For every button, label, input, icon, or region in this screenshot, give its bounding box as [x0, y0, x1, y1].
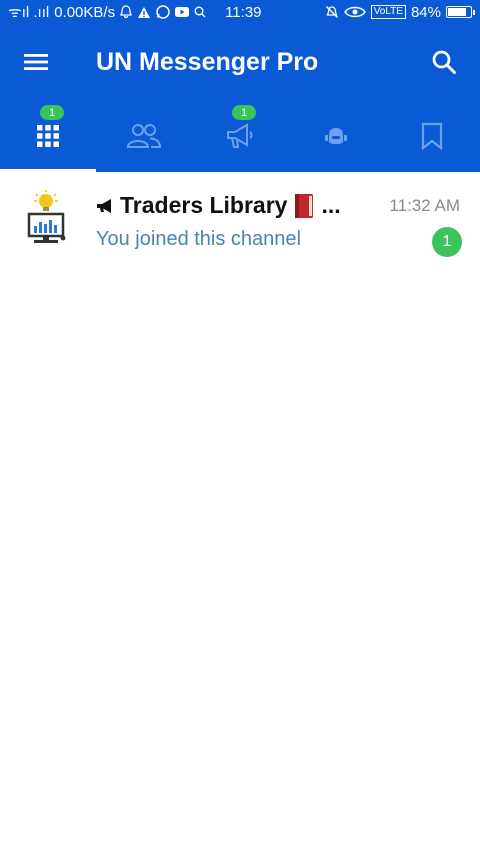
youtube-icon — [175, 6, 190, 18]
search-button[interactable] — [408, 24, 480, 100]
grid-icon — [37, 125, 59, 147]
chat-item[interactable]: Traders Library ... 11:32 AM You joined … — [0, 172, 480, 264]
megaphone-icon — [227, 123, 253, 148]
chat-preview: You joined this channel — [96, 228, 301, 250]
battery-icon — [446, 6, 475, 18]
status-left: ᯤıl .ııl 0.00KB/s 11:39 — [8, 2, 262, 22]
signal-indicator: ᯤıl .ııl — [8, 4, 50, 21]
book-icon — [295, 193, 314, 218]
volte-indicator: VoLTE — [370, 5, 406, 19]
menu-button[interactable] — [0, 24, 72, 100]
megaphone-icon — [97, 198, 111, 213]
mute-icon — [325, 5, 339, 19]
chat-time: 11:32 AM — [389, 196, 460, 215]
channel-logo-icon — [27, 190, 66, 243]
chat-title-ellipsis: ... — [321, 192, 341, 218]
eye-icon — [343, 6, 366, 18]
notification-icon — [120, 5, 132, 19]
app-bar: UN Messenger Pro — [0, 24, 480, 100]
tab-channels[interactable]: 1 — [192, 100, 288, 172]
battery-fill — [448, 8, 466, 16]
app-title: UN Messenger Pro — [96, 47, 319, 76]
alert-icon — [137, 6, 151, 19]
unread-badge: 1 — [432, 227, 462, 257]
people-icon — [126, 124, 162, 148]
data-speed: 0.00KB/s — [54, 3, 116, 21]
bot-icon — [325, 128, 347, 144]
search-status-icon — [194, 6, 206, 18]
status-bar: ᯤıl .ııl 0.00KB/s 11:39 VoLTE 84% — [0, 0, 480, 24]
tab-contacts[interactable] — [96, 100, 192, 172]
tab-all[interactable]: 1 — [0, 100, 96, 172]
tab-badge: 1 — [40, 105, 64, 120]
bookmark-icon — [421, 122, 443, 150]
chat-title: Traders Library — [120, 192, 288, 218]
chat-list: Traders Library ... 11:32 AM You joined … — [0, 172, 480, 264]
tab-badge: 1 — [232, 105, 256, 120]
whatsapp-icon — [156, 5, 170, 19]
search-icon — [432, 50, 456, 74]
battery-percent: 84% — [410, 3, 441, 21]
tab-bots[interactable] — [288, 100, 384, 172]
tab-bar: 1 1 — [0, 100, 480, 172]
chat-name: Traders Library ... — [96, 192, 341, 219]
tab-saved[interactable] — [384, 100, 480, 172]
status-time: 11:39 — [225, 3, 262, 21]
status-right: VoLTE 84% — [325, 3, 475, 21]
hamburger-menu-icon — [24, 54, 48, 70]
channel-avatar — [12, 188, 74, 250]
